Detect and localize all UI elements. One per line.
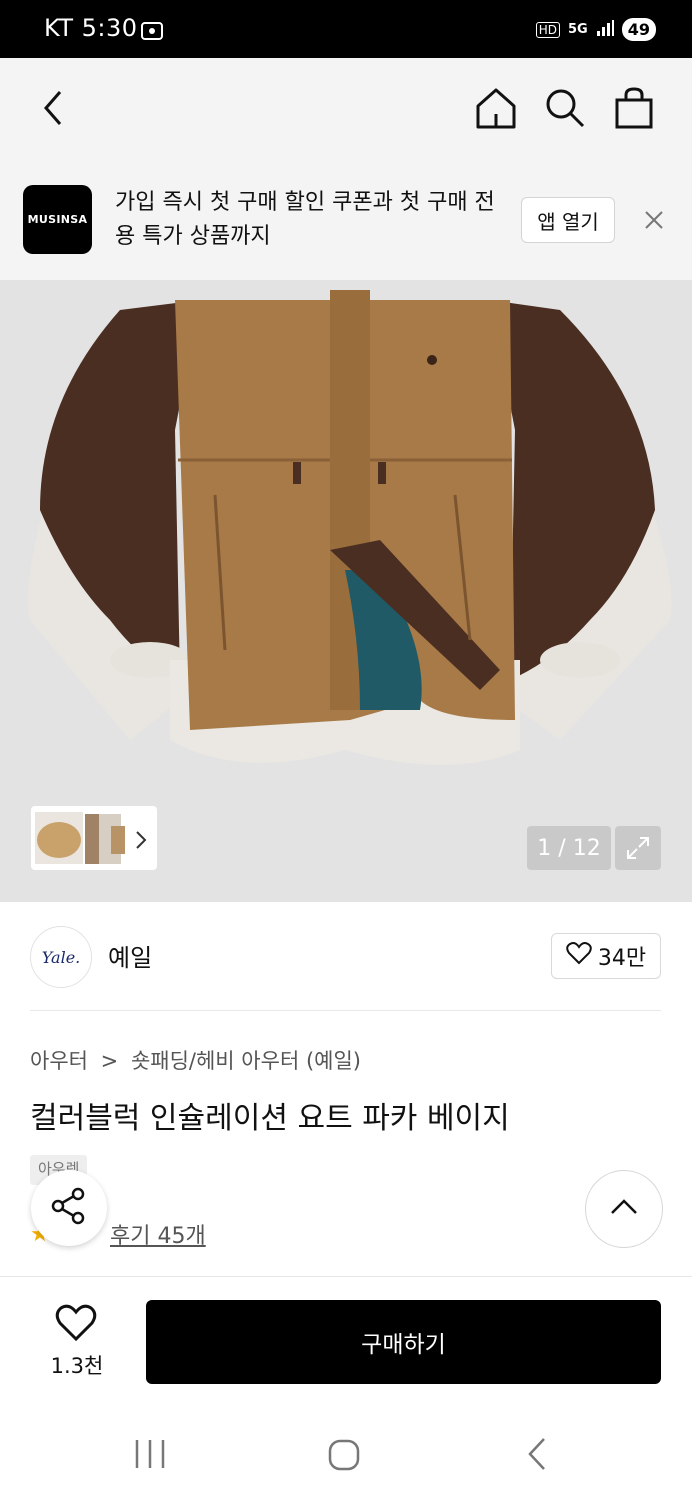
status-bar: KT 5:30 HD 5G 49: [0, 0, 692, 58]
status-time: KT 5:30: [44, 14, 138, 42]
screenshot-icon: [140, 20, 164, 46]
scroll-top-button[interactable]: [585, 1170, 663, 1248]
battery-icon: 49: [621, 18, 656, 41]
system-nav-bar: [0, 1406, 692, 1500]
expand-icon[interactable]: [615, 826, 661, 870]
wishlist-heart-icon[interactable]: [55, 1304, 97, 1346]
recent-apps-icon[interactable]: [133, 1438, 167, 1474]
search-icon[interactable]: [543, 86, 587, 134]
wishlist-count: 1.3천: [50, 1354, 104, 1378]
reviews-link[interactable]: 후기 45개: [110, 1218, 206, 1250]
share-button[interactable]: [31, 1170, 107, 1246]
top-nav: [0, 58, 692, 161]
product-title: 컬러블럭 인슐레이션 요트 파카 베이지: [30, 1101, 510, 1136]
brand-logo[interactable]: Yale.: [30, 926, 92, 988]
open-app-button[interactable]: 앱 열기: [521, 197, 615, 243]
hd-icon: HD: [535, 21, 561, 38]
bag-icon[interactable]: [614, 86, 654, 134]
system-back-icon[interactable]: [524, 1436, 550, 1476]
share-icon: [49, 1186, 89, 1230]
breadcrumb: 아우터 > 숏패딩/헤비 아우터 (예일): [30, 1045, 361, 1075]
breadcrumb-item[interactable]: 아우터: [30, 1049, 88, 1073]
banner-message: 가입 즉시 첫 구매 할인 쿠폰과 첫 구매 전용 특가 상품까지: [115, 190, 495, 249]
network-icon: 5G: [568, 22, 588, 37]
signal-icon: [596, 19, 614, 41]
brand-like-button[interactable]: 34만: [551, 933, 661, 979]
breadcrumb-item[interactable]: 숏패딩/헤비 아우터 (예일): [131, 1049, 361, 1073]
status-icons: HD 5G 49: [535, 18, 656, 41]
buy-button[interactable]: 구매하기: [146, 1300, 661, 1384]
home-button-icon[interactable]: [327, 1438, 361, 1476]
heart-icon: [566, 941, 592, 971]
brand-like-count: 34만: [597, 946, 647, 971]
musinsa-logo: MUSINSA: [23, 185, 92, 254]
brand-name[interactable]: 예일: [108, 938, 152, 973]
home-icon[interactable]: [474, 86, 518, 134]
image-counter: 1 / 12: [527, 826, 611, 870]
image-thumbnail-strip[interactable]: [31, 806, 157, 870]
back-arrow-icon[interactable]: [36, 86, 72, 134]
divider: [30, 1010, 661, 1011]
close-icon[interactable]: [640, 206, 668, 238]
chevron-right-icon: >: [100, 1049, 119, 1073]
chevron-up-icon: [609, 1197, 639, 1221]
